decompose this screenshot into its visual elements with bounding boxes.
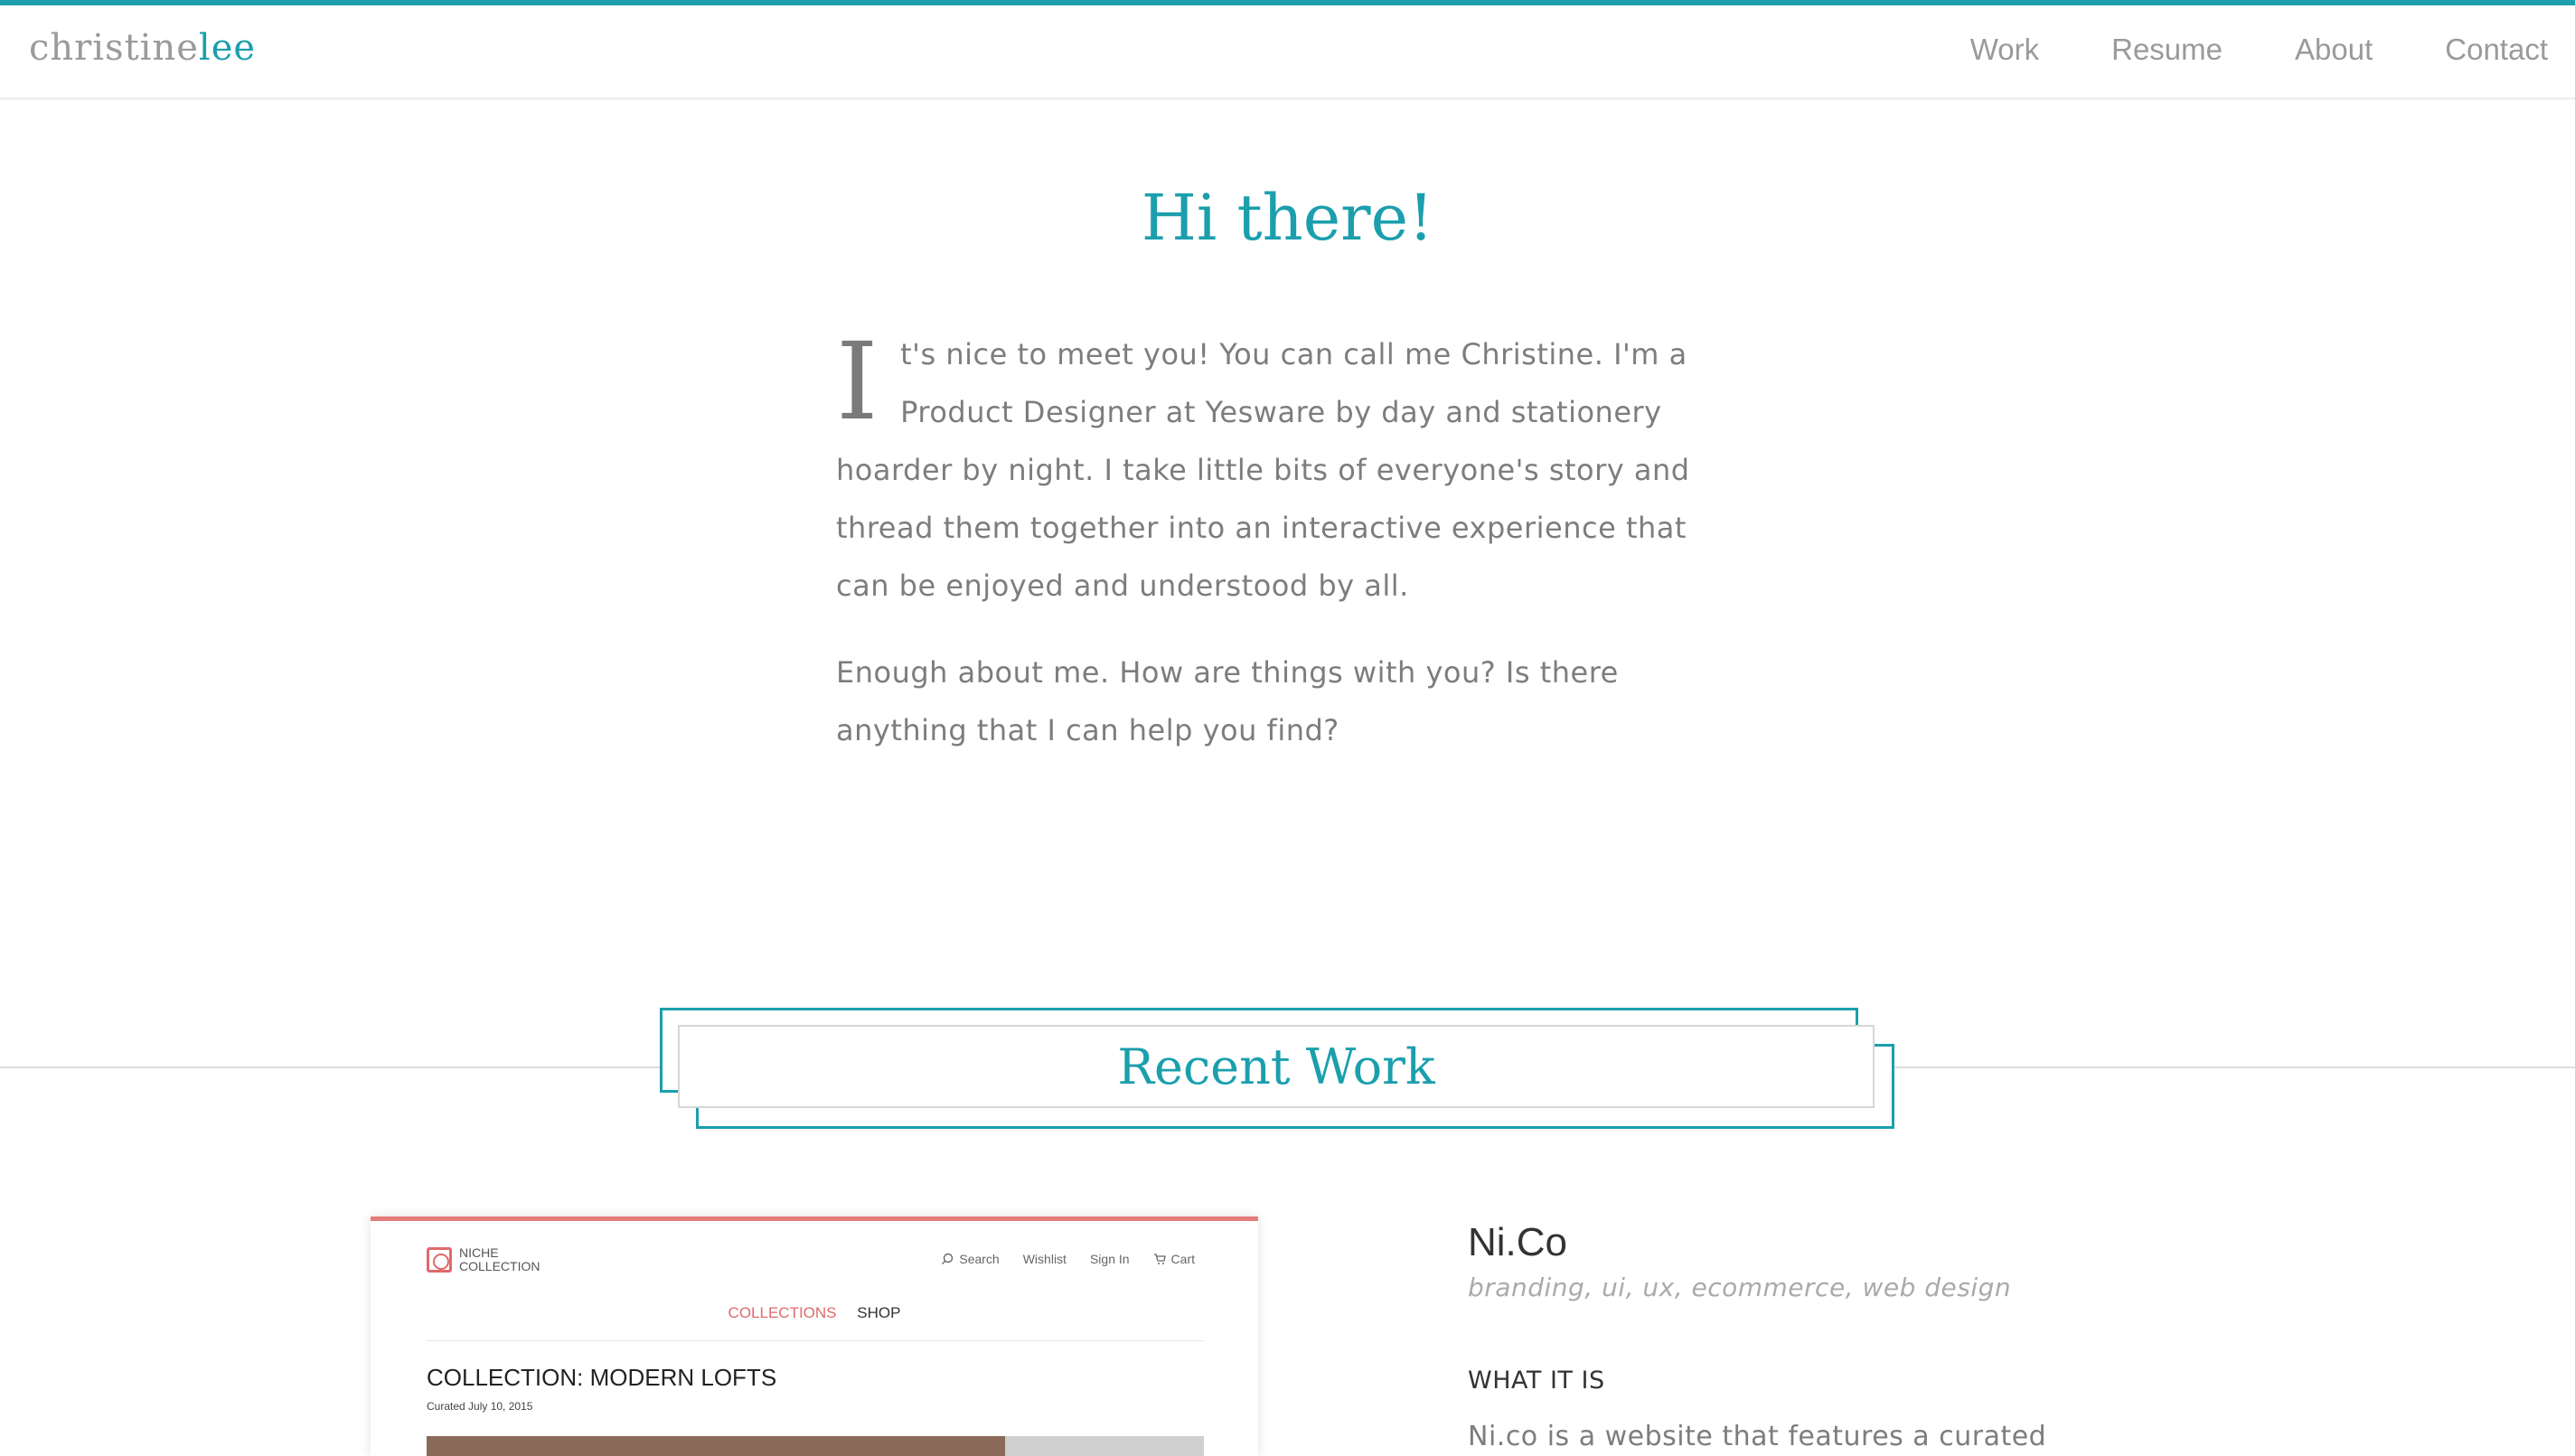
niche-logo-icon: [427, 1247, 452, 1273]
cart-icon: [1153, 1254, 1166, 1264]
nav-link-resume[interactable]: Resume: [2111, 33, 2223, 67]
site-header: christinelee Work Resume About Contact: [0, 5, 2575, 99]
preview-tab-shop: SHOP: [857, 1304, 901, 1321]
drop-cap: I: [836, 319, 879, 444]
preview-tabs: COLLECTIONS SHOP: [371, 1304, 1258, 1322]
logo-first-name: christine: [29, 27, 199, 69]
preview-logo: NICHE COLLECTION: [427, 1246, 540, 1273]
intro-paragraph-2: Enough about me. How are things with you…: [836, 655, 1619, 747]
intro-paragraph-1-text: t's nice to meet you! You can call me Ch…: [836, 337, 1690, 603]
preview-collection-title: COLLECTION: MODERN LOFTS: [427, 1364, 777, 1391]
preview-collection-date: Curated July 10, 2015: [427, 1400, 533, 1413]
preview-photo-loft: [427, 1436, 1005, 1456]
intro-paragraph-1: It's nice to meet you! You can call me C…: [836, 325, 1740, 615]
nav-link-about[interactable]: About: [2295, 33, 2373, 67]
preview-nav-cart-label: Cart: [1170, 1252, 1195, 1266]
project-description: Ni.co is a website that features a curat…: [1468, 1421, 2047, 1452]
main-nav: Work Resume About Contact: [1970, 33, 2548, 67]
preview-nav-search: Search: [941, 1252, 1000, 1266]
preview-tab-collections: COLLECTIONS: [728, 1304, 837, 1321]
preview-nav-cart: Cart: [1153, 1252, 1195, 1266]
preview-nav-signin: Sign In: [1089, 1252, 1130, 1266]
preview-logo-line2: COLLECTION: [459, 1259, 540, 1273]
preview-photo-side: [1005, 1436, 1204, 1456]
nav-link-work[interactable]: Work: [1970, 33, 2039, 67]
preview-nav-wishlist: Wishlist: [1022, 1252, 1067, 1266]
preview-nav-search-label: Search: [959, 1252, 1000, 1266]
logo-last-name: lee: [198, 27, 257, 69]
project-preview-image[interactable]: NICHE COLLECTION Search Wishlist Sign In…: [371, 1216, 1258, 1456]
preview-logo-line1: NICHE: [459, 1245, 499, 1260]
preview-logo-text: NICHE COLLECTION: [459, 1246, 540, 1273]
preview-divider: [427, 1340, 1204, 1341]
project-section-label: WHAT IT IS: [1468, 1367, 1605, 1395]
hero-title: Hi there!: [1141, 181, 1434, 255]
nav-link-contact[interactable]: Contact: [2445, 33, 2548, 67]
recent-work-heading: Recent Work: [678, 1025, 1875, 1108]
search-icon: [942, 1253, 954, 1264]
site-logo[interactable]: christinelee: [29, 27, 256, 69]
project-tags: branding, ui, ux, ecommerce, web design: [1468, 1273, 2012, 1302]
preview-nav: Search Wishlist Sign In Cart: [941, 1252, 1195, 1266]
project-name[interactable]: Ni.Co: [1468, 1220, 1567, 1265]
intro-text: It's nice to meet you! You can call me C…: [836, 325, 1740, 788]
